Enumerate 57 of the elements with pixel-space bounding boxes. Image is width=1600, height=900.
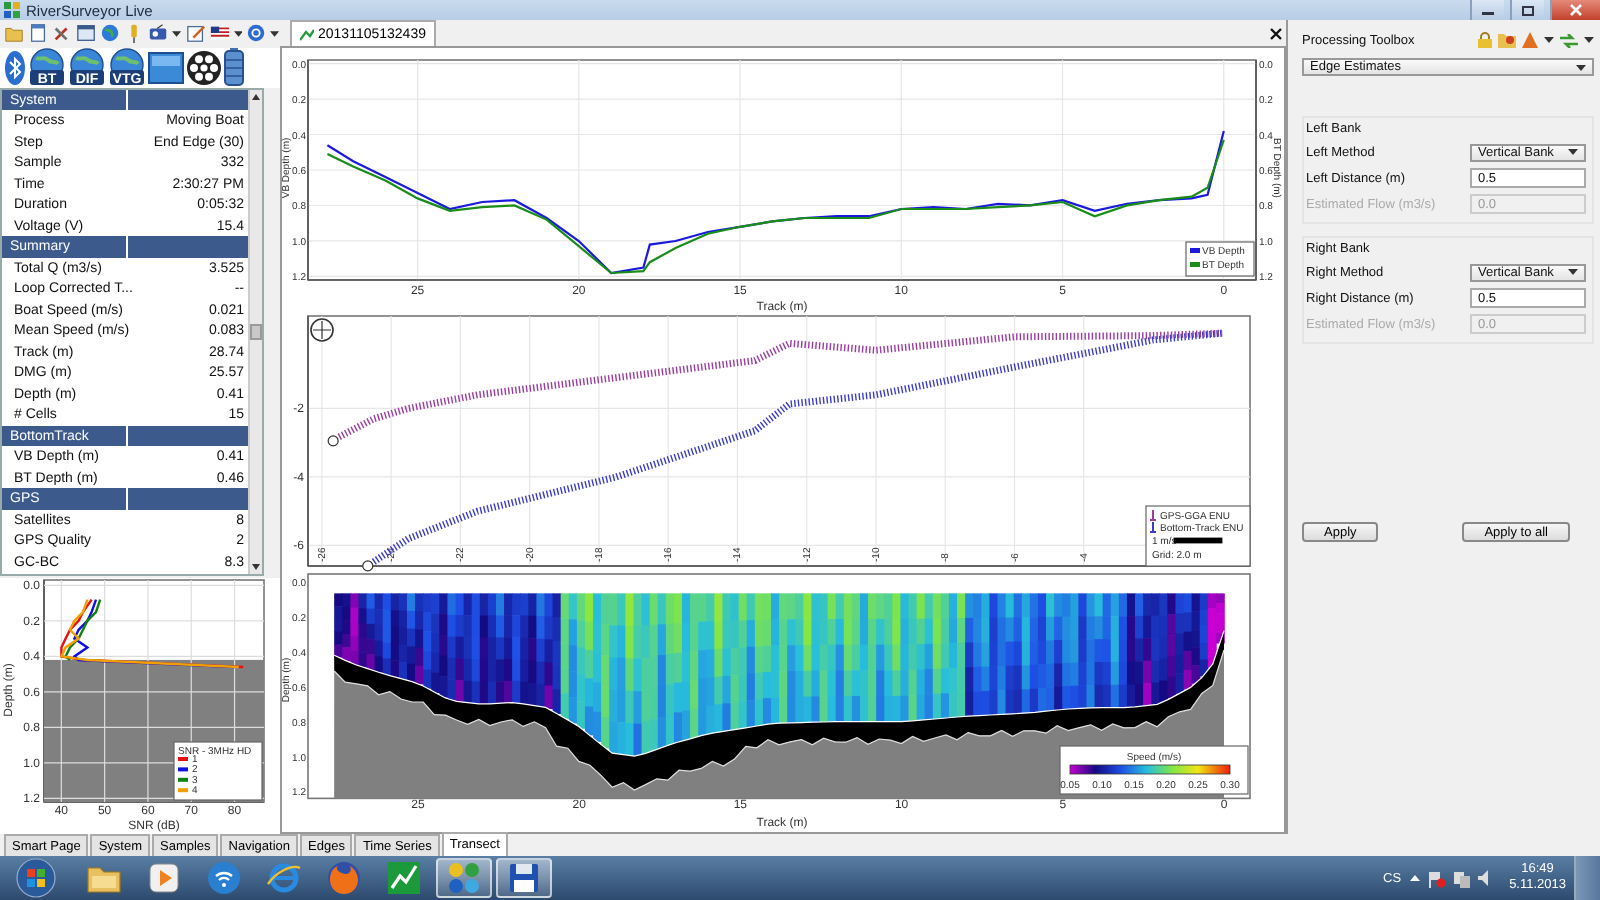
lock-icon[interactable]: [1478, 32, 1492, 48]
scrollbar[interactable]: [248, 89, 262, 574]
disk-app-icon: [506, 860, 542, 896]
chart-icon: [300, 27, 314, 41]
document-icon[interactable]: [28, 22, 49, 45]
scroll-down-icon[interactable]: [252, 564, 260, 570]
radio-icon[interactable]: [148, 22, 169, 45]
help-icon[interactable]: [246, 22, 267, 45]
tiles-app-icon: [446, 860, 482, 896]
flag-icon[interactable]: [209, 22, 230, 45]
window-icon[interactable]: [76, 22, 97, 45]
legend-background: [1145, 505, 1251, 567]
speaker-icon[interactable]: [1477, 870, 1490, 886]
edit-icon[interactable]: [185, 22, 206, 45]
caret-icon[interactable]: [1568, 268, 1578, 276]
minimize-button[interactable]: [1470, 0, 1504, 20]
caret-icon[interactable]: [1544, 36, 1554, 44]
caret-icon[interactable]: [233, 29, 243, 38]
arrows-icon[interactable]: [1560, 33, 1578, 47]
legend-swatch: [178, 777, 188, 782]
screen-icon: [148, 51, 184, 84]
app-icon: [4, 2, 20, 18]
legend-background: [1185, 241, 1255, 277]
scroll-thumb[interactable]: [250, 323, 262, 340]
legend-swatch: [1190, 262, 1200, 267]
start-marker: [327, 435, 339, 447]
caret-icon[interactable]: [1568, 148, 1578, 156]
wireless-icon: [206, 860, 242, 896]
close-button[interactable]: [1550, 0, 1600, 20]
scroll-up-icon[interactable]: [252, 93, 260, 100]
folder-icon[interactable]: [1498, 32, 1516, 48]
folder-icon[interactable]: [4, 22, 25, 45]
maximize-button[interactable]: [1510, 0, 1544, 20]
taskbar-button[interactable]: [436, 858, 492, 898]
taskbar-button[interactable]: [496, 858, 552, 898]
chart-app-icon: [386, 860, 422, 896]
network-icon[interactable]: [1453, 869, 1470, 887]
cone-icon[interactable]: [1522, 32, 1538, 48]
globe-icon[interactable]: [100, 22, 121, 45]
media-player-icon: [146, 860, 182, 896]
scale-bar: [1173, 537, 1223, 544]
caret-icon[interactable]: [1409, 874, 1420, 882]
maximize-icon: [1522, 5, 1534, 15]
battery-icon: [224, 48, 244, 87]
legend-swatch: [1190, 248, 1200, 253]
browser-icon: [266, 860, 302, 896]
tools-icon[interactable]: [52, 22, 73, 45]
legend-swatch: [178, 788, 188, 793]
caret-icon[interactable]: [1584, 36, 1594, 44]
caret-icon[interactable]: [270, 29, 280, 38]
close-icon: [1570, 4, 1582, 16]
fox-browser-icon: [326, 860, 362, 896]
legend-swatch: [178, 767, 188, 772]
caret-icon[interactable]: [172, 29, 182, 38]
flag-icon[interactable]: [1427, 869, 1446, 887]
caret-icon[interactable]: [1576, 63, 1586, 71]
compass-icon: [310, 318, 334, 342]
